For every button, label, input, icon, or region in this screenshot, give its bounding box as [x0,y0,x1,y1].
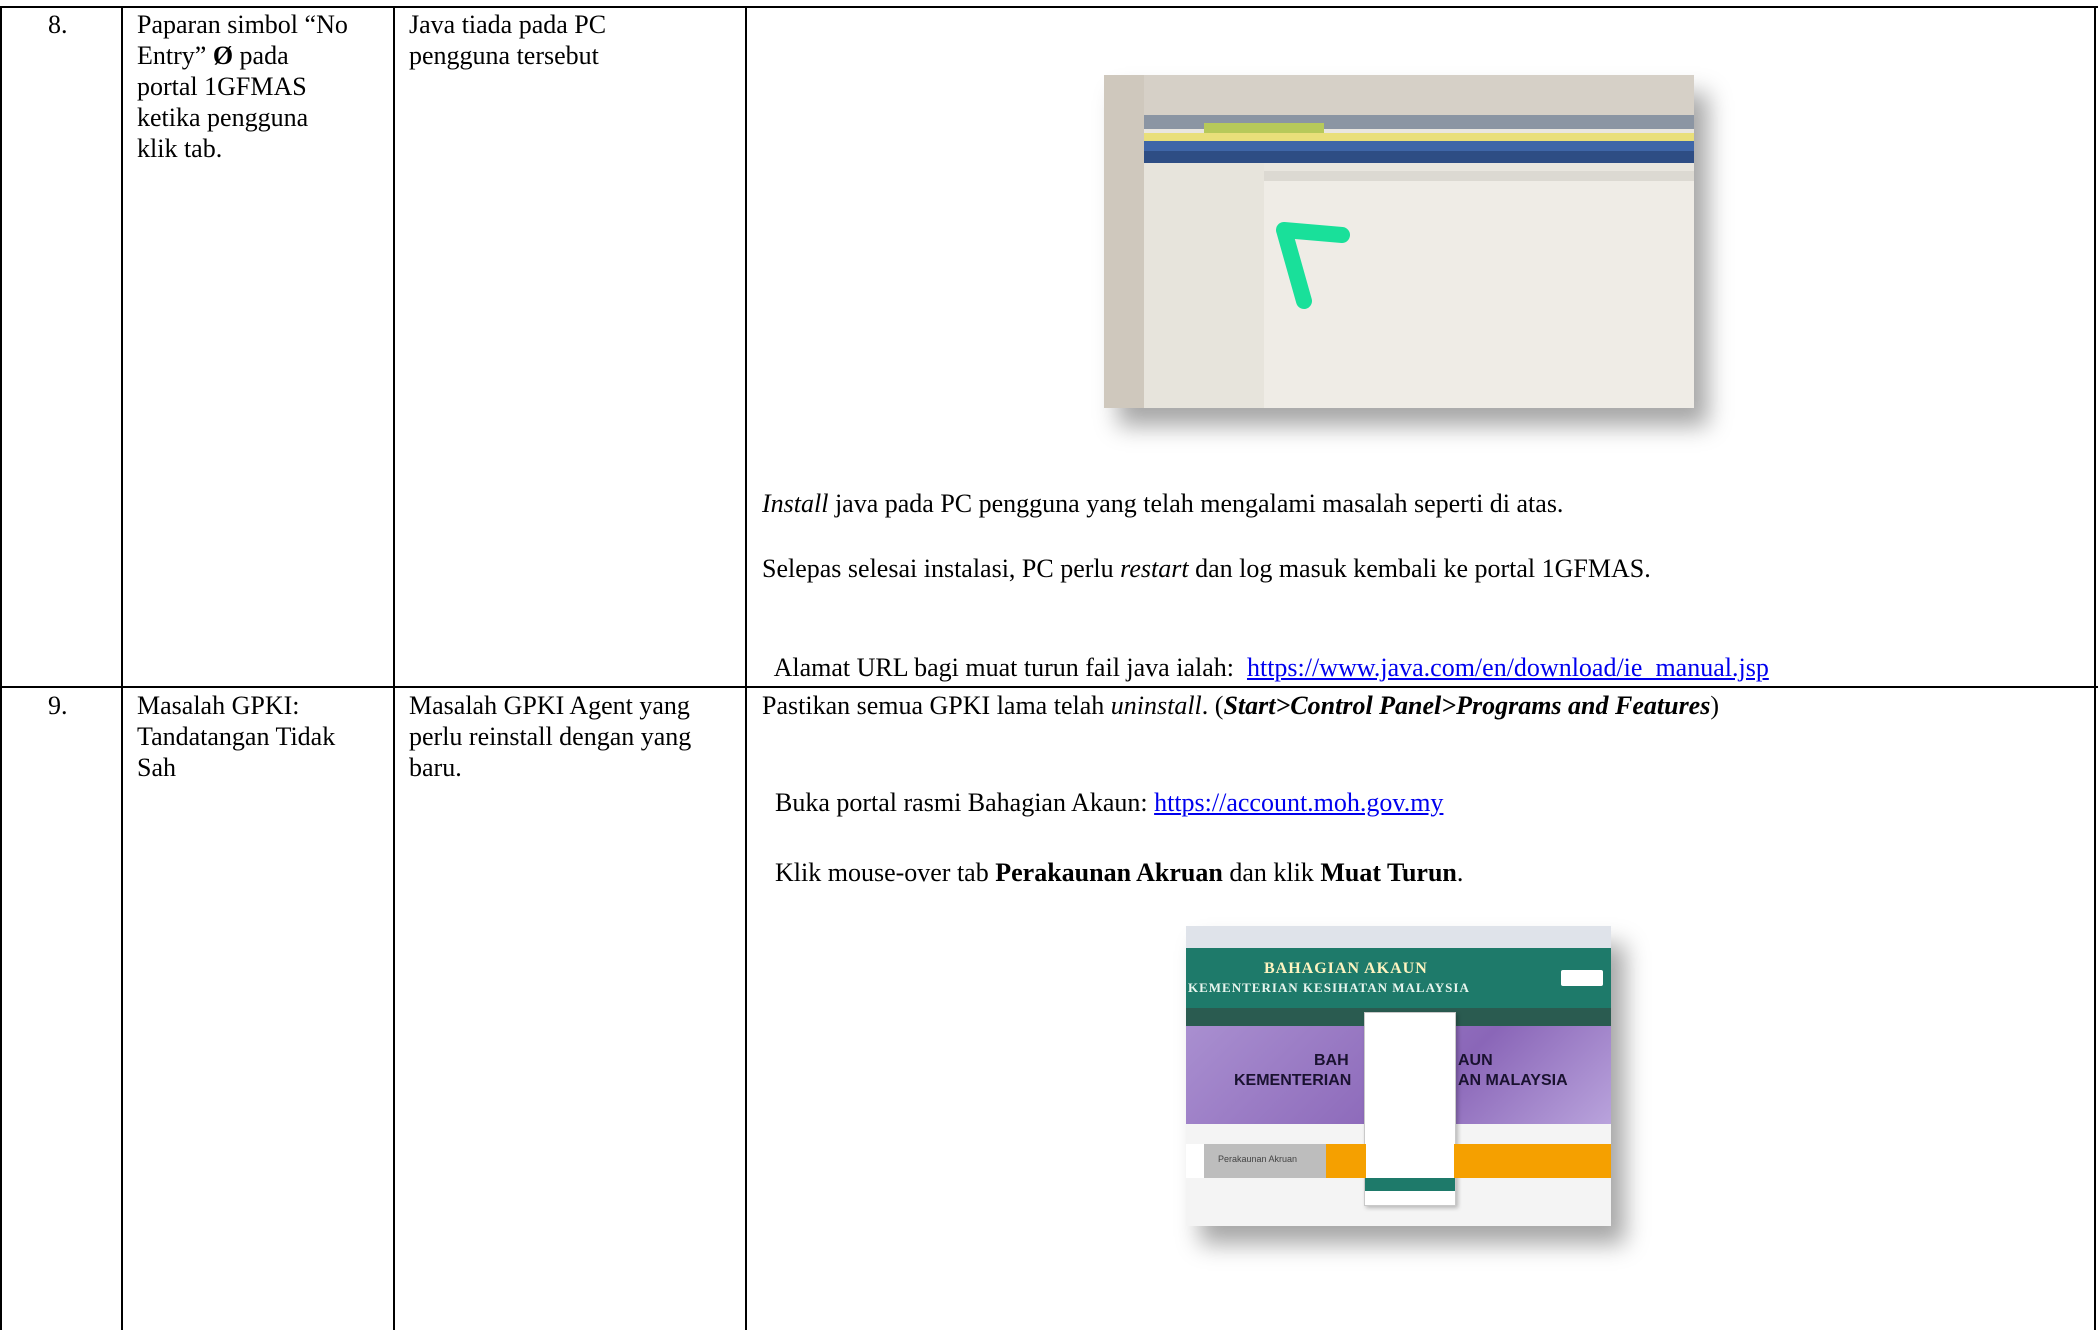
java-download-link[interactable]: https://www.java.com/en/download/ie_manu… [1247,653,1769,682]
cause-cell: Masalah GPKI Agent yang perlu reinstall … [409,690,749,783]
col-divider-1 [121,6,123,1330]
cause-line: perlu reinstall dengan yang [409,722,692,751]
account-portal-link[interactable]: https://account.moh.gov.my [1154,788,1443,817]
problem-line: Entry” Ø pada [137,41,289,70]
cause-line: pengguna tersebut [409,41,599,70]
cause-line: Masalah GPKI Agent yang [409,691,690,720]
photo-content [1104,75,1694,408]
solution-paragraph: Buka portal rasmi Bahagian Akaun: https:… [775,788,1444,817]
solution-paragraph: Pastikan semua GPKI lama telah uninstall… [762,691,1720,720]
problem-line: Sah [137,753,176,782]
problem-line: portal 1GFMAS [137,72,307,101]
header-subtitle: KEMENTERIAN KESIHATAN MALAYSIA [1188,980,1470,995]
cause-line: baru. [409,753,462,782]
problem-line: ketika pengguna [137,103,309,132]
col-divider-2 [393,6,395,1330]
row-divider [0,686,2098,688]
banner-line: AUN [1458,1052,1493,1069]
java-no-entry-photo [1104,75,1694,408]
banner-line: BAH [1314,1052,1349,1069]
problem-cell: Masalah GPKI: Tandatangan Tidak Sah [137,690,387,783]
table-left-border [0,6,2,1330]
row-number: 9. [48,691,68,720]
table-top-border [0,6,2098,8]
browser-bar [1186,926,1611,949]
problem-line: Tandatangan Tidak [137,722,336,751]
cause-cell: Java tiada pada PC pengguna tersebut [409,9,739,71]
orange-button[interactable] [1454,1144,1611,1178]
problem-cell: Paparan simbol “No Entry” Ø pada portal … [137,9,387,164]
problem-line: Paparan simbol “No [137,10,348,39]
banner-line: KEMENTERIAN [1234,1072,1352,1089]
solution-paragraph: Selepas selesai instalasi, PC perlu rest… [762,554,1651,583]
problem-line: klik tab. [137,134,223,163]
solution-paragraph: Alamat URL bagi muat turun fail java ial… [773,653,1769,682]
table-right-border [2094,6,2096,1330]
cause-line: Java tiada pada PC [409,10,607,39]
account-portal-screenshot: BAHAGIAN AKAUN KEMENTERIAN KESIHATAN MAL… [1186,926,1611,1226]
solution-paragraph: Klik mouse-over tab Perakaunan Akruan da… [775,858,1464,887]
muat-turun-menu-item[interactable] [1365,1177,1455,1191]
perakaunan-akruan-button[interactable]: Perakaunan Akruan [1204,1144,1326,1178]
no-entry-symbol: Ø [212,41,234,70]
problem-line: Masalah GPKI: [137,691,300,720]
row-number: 8. [48,10,68,39]
col-divider-3 [745,6,747,1330]
search-box[interactable] [1561,970,1603,986]
portal-header: BAHAGIAN AKAUN KEMENTERIAN KESIHATAN MAL… [1186,948,1611,1008]
solution-paragraph: Install java pada PC pengguna yang telah… [762,489,1564,518]
button-row: Perakaunan Akruan [1186,1144,1611,1178]
orange-button[interactable] [1326,1144,1366,1178]
header-title: BAHAGIAN AKAUN [1264,960,1428,977]
banner-line: AN MALAYSIA [1458,1072,1568,1089]
